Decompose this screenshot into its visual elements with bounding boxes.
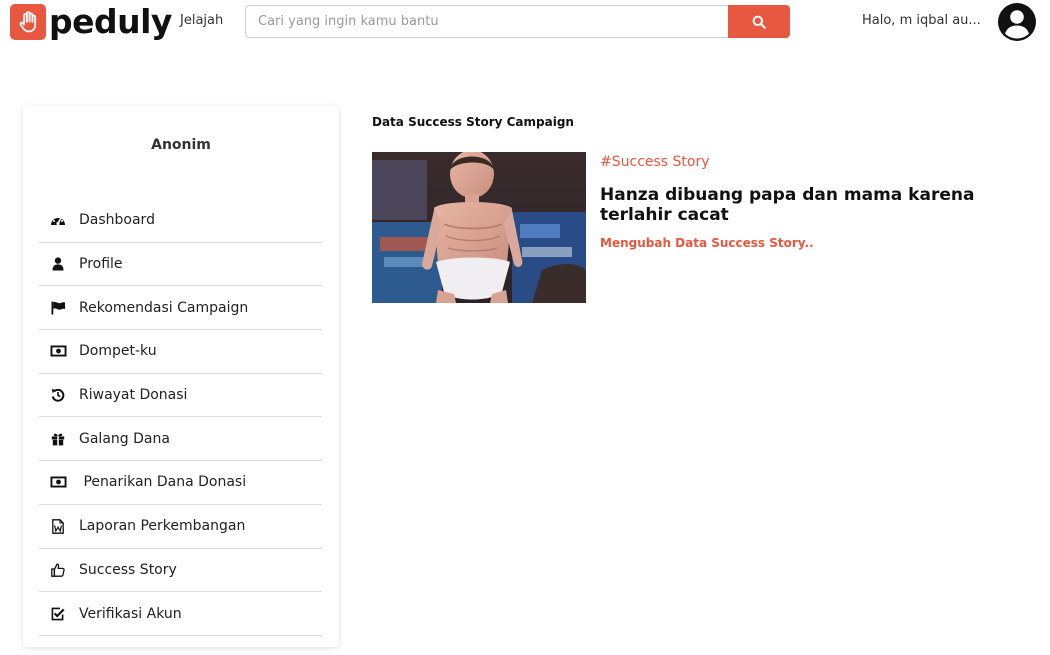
flag-icon (49, 300, 67, 316)
sidebar-item-label: Penarikan Dana Donasi (79, 474, 247, 491)
user-icon (49, 256, 67, 272)
thumbs-up-icon (49, 562, 67, 578)
money-icon (49, 474, 67, 490)
check-square-icon (49, 606, 67, 622)
success-story-card[interactable]: #Success Story Hanza dibuang papa dan ma… (372, 152, 1032, 304)
sidebar-username: Anonim (151, 137, 211, 153)
sidebar-item-label: Riwayat Donasi (79, 387, 188, 404)
sidebar-item-label: Profile (79, 256, 123, 273)
story-title[interactable]: Hanza dibuang papa dan mama karena terla… (600, 185, 1020, 225)
sidebar-item-penarikan-dana-donasi[interactable]: Penarikan Dana Donasi (39, 461, 322, 505)
sidebar-item-label: Verifikasi Akun (79, 605, 182, 622)
sidebar-item-label: Laporan Perkembangan (79, 518, 246, 535)
edit-story-link[interactable]: Mengubah Data Success Story.. (600, 236, 814, 250)
sidebar-menu: Dashboard Profile Rekomendasi Campaign D… (39, 199, 322, 636)
brand-logo[interactable]: peduly (10, 4, 172, 40)
sidebar-item-label: Galang Dana (79, 430, 170, 447)
money-icon (49, 343, 67, 359)
sidebar-item-rekomendasi-campaign[interactable]: Rekomendasi Campaign (39, 286, 322, 331)
sidebar-item-dompet-ku[interactable]: Dompet-ku (39, 330, 322, 374)
hand-logo-icon (10, 4, 46, 40)
search-bar (245, 5, 790, 38)
sidebar-item-profile[interactable]: Profile (39, 243, 322, 287)
dashboard-icon (49, 212, 67, 228)
search-input[interactable] (245, 5, 728, 38)
user-circle-icon (998, 3, 1036, 41)
story-thumbnail[interactable] (372, 152, 586, 303)
brand-name: peduly (49, 2, 172, 41)
history-icon (49, 387, 67, 403)
sidebar-item-verifikasi-akun[interactable]: Verifikasi Akun (39, 592, 322, 636)
sidebar-item-label: Dashboard (79, 212, 155, 229)
word-file-icon (49, 518, 67, 534)
sidebar-item-label: Rekomendasi Campaign (79, 299, 249, 316)
sidebar-item-label: Success Story (79, 561, 177, 578)
top-navbar: peduly Jelajah Halo, m iqbal au... (0, 0, 1050, 44)
nav-explore-link[interactable]: Jelajah (180, 13, 223, 28)
story-tag[interactable]: #Success Story (600, 154, 710, 170)
user-greeting[interactable]: Halo, m iqbal au... (862, 13, 981, 28)
page-title: Data Success Story Campaign (372, 115, 574, 129)
search-button[interactable] (728, 5, 790, 38)
sidebar-item-riwayat-donasi[interactable]: Riwayat Donasi (39, 374, 322, 418)
search-icon (752, 15, 766, 29)
avatar[interactable] (997, 2, 1037, 42)
sidebar-item-galang-dana[interactable]: Galang Dana (39, 417, 322, 462)
profile-sidebar: Anonim Dashboard Profile Rekomendasi Cam… (23, 106, 339, 647)
gift-icon (49, 431, 67, 447)
sidebar-item-success-story[interactable]: Success Story (39, 549, 322, 593)
sidebar-item-label: Dompet-ku (79, 343, 157, 360)
sidebar-item-dashboard[interactable]: Dashboard (39, 199, 322, 243)
sidebar-item-laporan-perkembangan[interactable]: Laporan Perkembangan (39, 505, 322, 549)
